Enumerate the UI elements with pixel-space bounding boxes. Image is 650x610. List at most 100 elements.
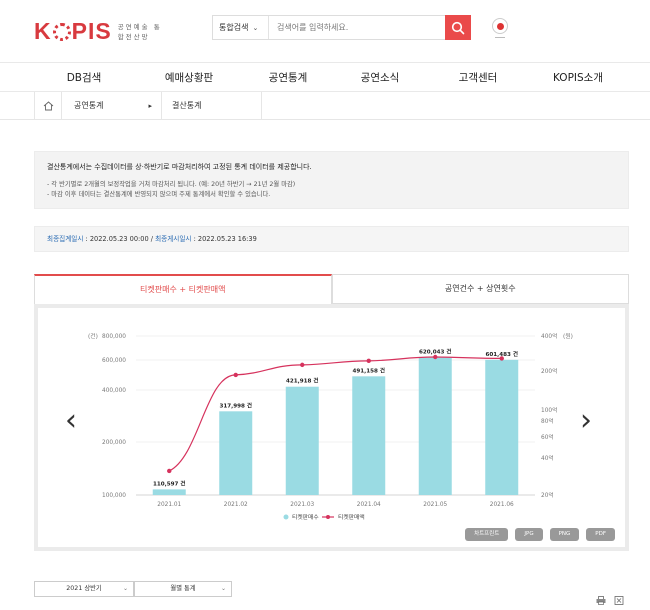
y-left-tick-label: 200,000 bbox=[102, 440, 126, 446]
x-tick-label: 2021.05 bbox=[423, 502, 447, 508]
bar bbox=[219, 411, 253, 495]
logo-subtitle: 공연예술 통합전산망 bbox=[117, 22, 162, 41]
excel-download-icon[interactable] bbox=[614, 596, 624, 605]
language-flag-icon bbox=[496, 22, 504, 30]
chart-print-button[interactable]: 차트프린트 bbox=[465, 528, 509, 541]
chevron-down-icon: ⌄ bbox=[122, 585, 128, 592]
gnb-item-about-kopis[interactable]: KOPIS소개 bbox=[553, 63, 603, 93]
bar bbox=[352, 376, 386, 495]
bar bbox=[152, 489, 186, 495]
tab-performances[interactable]: 공연건수 + 상연횟수 bbox=[331, 274, 629, 304]
period-select[interactable]: 2021 상반기 ⌄ bbox=[34, 581, 134, 597]
breadcrumb-level1-label: 공연통계 bbox=[74, 101, 104, 110]
x-tick-label: 2021.02 bbox=[224, 502, 248, 508]
bar bbox=[485, 359, 519, 495]
last-posted-value: : 2022.05.23 16:39 bbox=[191, 235, 257, 243]
header: K PIS 공연예술 통합전산망 통합검색 ⌄ bbox=[0, 0, 650, 60]
chart-tabs: 티켓판매수 + 티켓판매액 공연건수 + 상연횟수 bbox=[34, 274, 629, 304]
last-aggregated-label: 최종집계일시 bbox=[47, 235, 84, 243]
breadcrumb-level1[interactable]: 공연통계 ▸ bbox=[62, 92, 162, 120]
search-input[interactable] bbox=[269, 16, 445, 39]
combo-chart: 800,000 600,000 400,000 200,000 100,000 (건) 40… bbox=[88, 332, 573, 521]
aggregation-info: 최종집계일시 : 2022.05.23 00:00 / 최종게시일시 : 202… bbox=[34, 226, 629, 252]
stat-type-select-value: 월별 통계 bbox=[170, 585, 196, 592]
line-point bbox=[433, 354, 438, 360]
legend-bar-label: 티켓판매수 bbox=[292, 513, 319, 521]
download-pdf-button[interactable]: PDF bbox=[586, 528, 615, 541]
gnb-item-booking-status[interactable]: 예매상황판 bbox=[165, 63, 213, 93]
kopis-logo[interactable]: K PIS 공연예술 통합전산망 bbox=[34, 18, 168, 45]
y-left-tick-label: 800,000 bbox=[102, 334, 126, 340]
y-right-unit-label: (원) bbox=[563, 332, 573, 340]
y-right-tick-label: 100억 bbox=[541, 406, 557, 414]
download-buttons: 차트프린트 JPG PNG PDF bbox=[465, 528, 615, 541]
search-button[interactable] bbox=[445, 15, 471, 40]
chevron-down-icon: ⌄ bbox=[220, 585, 226, 592]
line-point bbox=[300, 362, 305, 368]
logo-o-icon bbox=[52, 22, 71, 41]
notice-item: - 마감 이후 데이터는 결산통계에 반영되지 않으며 주제 통계에서 확인할 … bbox=[47, 191, 271, 198]
line-point bbox=[167, 468, 172, 474]
x-tick-label: 2021.04 bbox=[357, 502, 381, 508]
y-left-tick-label: 100,000 bbox=[102, 493, 126, 499]
bar-data-label: 421,918 건 bbox=[286, 377, 319, 385]
notice-box: 결산통계에서는 수집데이터를 상·하반기로 마감처리하여 고정된 통계 데이터를… bbox=[34, 151, 629, 209]
legend-line-label: 티켓판매액 bbox=[338, 513, 365, 521]
search-bar: 통합검색 ⌄ bbox=[212, 15, 471, 40]
line-point bbox=[233, 372, 238, 378]
main-navigation: DB검색 예매상황판 공연통계 공연소식 고객센터 KOPIS소개 bbox=[0, 62, 650, 92]
legend-line-dot bbox=[326, 515, 330, 519]
search-scope-label: 통합검색 bbox=[219, 23, 249, 32]
logo-letter-k: K bbox=[34, 18, 52, 44]
logo-wordmark: K PIS bbox=[34, 18, 112, 45]
logo-letters-pis: PIS bbox=[71, 18, 112, 44]
line-series bbox=[168, 356, 502, 472]
y-right-tick-label: 80억 bbox=[541, 417, 554, 425]
bar-data-label: 620,043 건 bbox=[419, 348, 452, 356]
line-point bbox=[499, 356, 504, 361]
y-right-tick-label: 200억 bbox=[541, 367, 557, 375]
y-left-tick-label: 400,000 bbox=[102, 388, 126, 394]
chart-panel: 800,000 600,000 400,000 200,000 100,000 (건) 40… bbox=[34, 304, 629, 551]
y-right-tick-label: 40억 bbox=[541, 454, 554, 462]
breadcrumb-home-button[interactable] bbox=[34, 92, 62, 120]
caret-right-icon: ▸ bbox=[148, 102, 152, 110]
gnb-item-performance-stats[interactable]: 공연통계 bbox=[269, 63, 308, 93]
gnb-item-customer-center[interactable]: 고객센터 bbox=[459, 63, 498, 93]
bar bbox=[285, 386, 319, 495]
chart-next-arrow-icon[interactable]: › bbox=[580, 406, 592, 436]
y-right-tick-label: 400억 bbox=[541, 332, 557, 340]
bar-data-label: 110,597 건 bbox=[153, 479, 186, 487]
language-globe-button[interactable] bbox=[492, 18, 508, 34]
notice-title: 결산통계에서는 수집데이터를 상·하반기로 마감처리하여 고정된 통계 데이터를… bbox=[47, 163, 312, 171]
search-icon bbox=[451, 21, 465, 34]
bar-data-label: 317,998 건 bbox=[219, 401, 252, 409]
period-select-value: 2021 상반기 bbox=[66, 585, 102, 592]
legend-bar-marker bbox=[283, 514, 289, 520]
breadcrumb: 공연통계 ▸ 결산통계 bbox=[0, 92, 650, 120]
download-png-button[interactable]: PNG bbox=[549, 528, 580, 541]
bar bbox=[418, 357, 452, 495]
stat-type-select[interactable]: 월별 통계 ⌄ bbox=[134, 581, 232, 597]
x-tick-label: 2021.06 bbox=[490, 502, 514, 508]
last-posted-label: 최종게시일시 bbox=[155, 235, 192, 243]
breadcrumb-level2[interactable]: 결산통계 bbox=[162, 92, 262, 120]
last-aggregated-value: : 2022.05.23 00:00 / bbox=[83, 235, 156, 243]
print-icon[interactable] bbox=[596, 596, 606, 605]
gnb-item-performance-news[interactable]: 공연소식 bbox=[361, 63, 400, 93]
chart-prev-arrow-icon[interactable]: ‹ bbox=[65, 406, 77, 436]
notice-item: - 각 반기별로 2개월의 보정작업을 거쳐 마감처리 됩니다. (예: 20년… bbox=[47, 181, 296, 188]
y-right-tick-label: 60억 bbox=[541, 433, 554, 441]
home-icon bbox=[43, 101, 53, 111]
bar-data-label: 491,158 건 bbox=[352, 366, 385, 374]
y-left-tick-label: 600,000 bbox=[102, 358, 126, 364]
download-jpg-button[interactable]: JPG bbox=[515, 528, 543, 541]
y-right-tick-label: 20억 bbox=[541, 491, 554, 499]
chart-container: 800,000 600,000 400,000 200,000 100,000 (건) 40… bbox=[38, 308, 625, 547]
gnb-item-db-search[interactable]: DB검색 bbox=[67, 63, 102, 93]
chevron-down-icon: ⌄ bbox=[252, 23, 259, 32]
search-scope-select[interactable]: 통합검색 ⌄ bbox=[213, 16, 269, 39]
y-left-unit-label: (건) bbox=[88, 332, 98, 340]
tab-tickets[interactable]: 티켓판매수 + 티켓판매액 bbox=[34, 274, 332, 304]
globe-stand-icon bbox=[495, 35, 505, 38]
